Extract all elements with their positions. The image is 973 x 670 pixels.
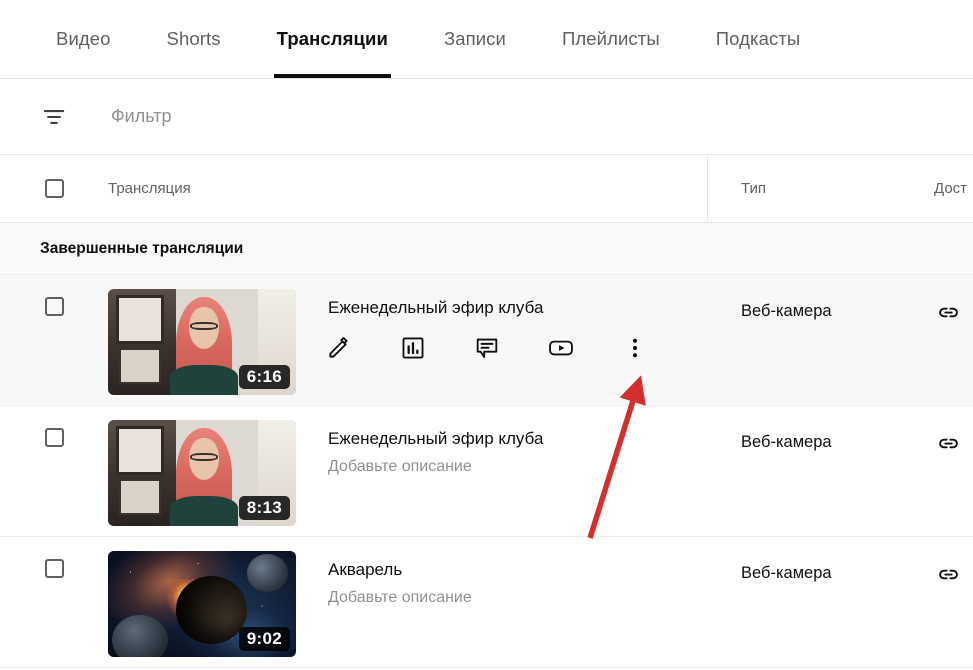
stream-description[interactable]: Добавьте описание	[328, 457, 973, 477]
youtube-play-icon[interactable]	[540, 327, 582, 369]
row-checkbox[interactable]	[44, 559, 64, 578]
table-row[interactable]: 8:13 Еженедельный эфир клуба Добавьте опис…	[0, 406, 973, 537]
row-checkbox[interactable]	[44, 428, 64, 447]
analytics-icon[interactable]	[392, 327, 434, 369]
duration-badge: 6:16	[238, 365, 290, 389]
filter-input[interactable]	[109, 105, 609, 128]
tab-recordings[interactable]: Записи	[416, 0, 534, 78]
tab-shorts[interactable]: Shorts	[139, 0, 249, 78]
row-checkbox[interactable]	[44, 297, 64, 316]
tab-podcasts[interactable]: Подкасты	[688, 0, 829, 78]
stream-title[interactable]: Акварель	[328, 559, 973, 580]
header-column-divider	[707, 155, 708, 222]
stream-thumbnail[interactable]: 6:16	[108, 289, 296, 395]
stream-title[interactable]: Еженедельный эфир клуба	[328, 428, 973, 449]
select-all-checkbox[interactable]	[44, 179, 64, 198]
youtube-studio-livestreams-page: Видео Shorts Трансляции Записи Плейлисты Подк…	[0, 0, 973, 670]
stream-meta: Еженедельный эфир клуба Добавьте описание	[296, 406, 973, 477]
filter-bar	[0, 79, 973, 155]
comments-icon[interactable]	[466, 327, 508, 369]
edit-icon[interactable]	[318, 327, 360, 369]
row-action-buttons	[318, 327, 656, 369]
table-row[interactable]: 9:02 Акварель Добавьте описание Веб-камера	[0, 537, 973, 668]
stream-title[interactable]: Еженедельный эфир клуба	[328, 297, 973, 318]
tab-playlists[interactable]: Плейлисты	[534, 0, 688, 78]
section-header-finished-streams: Завершенные трансляции	[0, 223, 973, 275]
stream-list: 6:16 Еженедельный эфир клуба Веб-камера 8:1…	[0, 275, 973, 668]
table-header-row: Трансляция Тип Дост	[0, 155, 973, 223]
column-header-stream[interactable]: Трансляция	[108, 180, 973, 197]
stream-thumbnail[interactable]: 8:13	[108, 420, 296, 526]
filter-icon[interactable]	[41, 104, 67, 130]
row-select-cell	[0, 275, 108, 316]
column-header-type[interactable]: Тип	[741, 180, 766, 197]
stream-meta: Еженедельный эфир клуба	[296, 275, 973, 318]
row-select-cell	[0, 537, 108, 578]
stream-type: Веб-камера	[741, 564, 832, 582]
column-header-access[interactable]: Дост	[934, 180, 967, 197]
stream-description[interactable]: Добавьте описание	[328, 588, 973, 608]
stream-meta: Акварель Добавьте описание	[296, 537, 973, 608]
tab-videos[interactable]: Видео	[28, 0, 139, 78]
duration-badge: 8:13	[238, 496, 290, 520]
tab-livestreams[interactable]: Трансляции	[249, 0, 416, 78]
link-icon[interactable]	[936, 431, 961, 461]
stream-thumbnail[interactable]: 9:02	[108, 551, 296, 657]
stream-type: Веб-камера	[741, 433, 832, 451]
select-all-cell	[0, 179, 108, 198]
row-select-cell	[0, 406, 108, 447]
table-row[interactable]: 6:16 Еженедельный эфир клуба Веб-камера	[0, 275, 973, 406]
content-tabs: Видео Shorts Трансляции Записи Плейлисты Подк…	[0, 0, 973, 79]
stream-type: Веб-камера	[741, 302, 832, 320]
more-options-icon[interactable]	[614, 327, 656, 369]
link-icon[interactable]	[936, 562, 961, 592]
duration-badge: 9:02	[238, 627, 290, 651]
link-icon[interactable]	[936, 300, 961, 330]
